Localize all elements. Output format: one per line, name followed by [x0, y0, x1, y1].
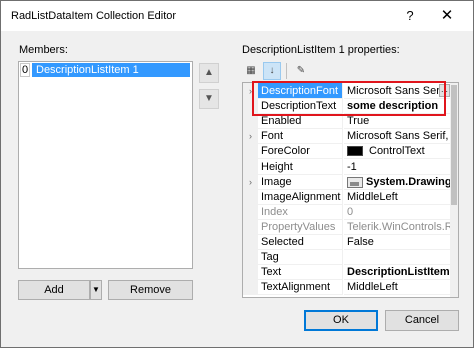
members-label: Members:	[19, 44, 68, 56]
property-value[interactable]: Telerik.WinControls.RadPropertyValueColl…	[344, 219, 450, 235]
move-down-button[interactable]: ▼	[199, 89, 219, 109]
window-title: RadListDataItem Collection Editor	[11, 10, 177, 22]
property-value-text: -1	[347, 161, 357, 173]
property-value[interactable]: ControlText	[344, 143, 450, 159]
property-value-text: False	[347, 236, 374, 248]
move-up-button[interactable]: ▲	[199, 63, 219, 83]
annotation-highlight	[252, 81, 446, 116]
property-value[interactable]: False	[344, 234, 450, 250]
property-value-text: MiddleLeft	[347, 281, 398, 293]
cancel-button[interactable]: Cancel	[385, 310, 459, 331]
property-name: Text	[258, 264, 343, 280]
row-gutter	[243, 234, 258, 250]
property-value-text: Microsoft Sans Serif, 8.25pt	[347, 130, 450, 142]
arrow-up-icon: ▲	[204, 67, 214, 78]
ok-button[interactable]: OK	[304, 310, 378, 331]
property-name: Height	[258, 159, 343, 175]
property-value[interactable]: -1	[344, 159, 450, 175]
property-row[interactable]: ›Font Microsoft Sans Serif, 8.25pt	[243, 128, 458, 144]
image-icon	[347, 176, 363, 188]
property-row[interactable]: PropertyValues Telerik.WinControls.RadPro…	[243, 219, 458, 235]
toolbar-separator	[286, 63, 287, 79]
row-gutter	[243, 249, 258, 265]
color-swatch	[347, 146, 363, 157]
property-name: Image	[258, 174, 343, 190]
property-value[interactable]	[344, 249, 450, 265]
property-row[interactable]: ›Image System.Drawing.Bitmap	[243, 174, 458, 190]
property-row[interactable]: Index 0	[243, 204, 458, 220]
property-grid-toolbar: ▦ ↓ ✎	[242, 62, 310, 80]
property-row[interactable]: Text DescriptionListItem 1	[243, 264, 458, 280]
row-gutter	[243, 279, 258, 295]
property-pages-icon[interactable]: ✎	[292, 62, 310, 80]
property-row[interactable]: ForeColor ControlText	[243, 143, 458, 159]
property-value[interactable]: System.Drawing.Bitmap	[344, 174, 450, 190]
list-item[interactable]: 0 DescriptionListItem 1	[20, 63, 190, 77]
property-row[interactable]: ImageAlignment MiddleLeft	[243, 189, 458, 205]
property-name: Font	[258, 128, 343, 144]
properties-label: DescriptionListItem 1 properties:	[242, 44, 400, 56]
property-value[interactable]: MiddleLeft	[344, 279, 450, 295]
property-row[interactable]: Tag	[243, 249, 458, 265]
expand-icon[interactable]: ›	[243, 128, 258, 144]
collection-editor-dialog: RadListDataItem Collection Editor ? ✕ Me…	[0, 0, 474, 348]
property-value[interactable]: MiddleLeft	[344, 189, 450, 205]
add-button[interactable]: Add	[18, 280, 90, 300]
property-value[interactable]: DescriptionListItem 1	[344, 264, 450, 280]
property-row[interactable]: Selected False	[243, 234, 458, 250]
categorized-icon[interactable]: ▦	[242, 62, 260, 80]
property-value-text: 0	[347, 206, 354, 218]
property-value[interactable]: 0	[344, 204, 450, 220]
property-value-text: DescriptionListItem 1	[347, 266, 450, 278]
property-value[interactable]: Microsoft Sans Serif, 8.25pt	[344, 128, 450, 144]
property-name: TextAlignment	[258, 279, 343, 295]
add-dropdown-button[interactable]: ▼	[90, 280, 102, 300]
property-name: PropertyValues	[258, 219, 343, 235]
help-button[interactable]: ?	[395, 5, 425, 27]
property-row[interactable]: Height -1	[243, 159, 458, 175]
row-gutter	[243, 159, 258, 175]
title-bar: RadListDataItem Collection Editor ? ✕	[1, 1, 473, 31]
property-value-text: True	[347, 115, 370, 127]
property-name: ForeColor	[258, 143, 343, 159]
property-value-text: Telerik.WinControls.RadPropertyValueColl…	[347, 221, 450, 233]
row-gutter	[243, 143, 258, 159]
property-value-text: MiddleLeft	[347, 191, 398, 203]
remove-button[interactable]: Remove	[108, 280, 193, 300]
property-row[interactable]: TextAlignment MiddleLeft	[243, 279, 458, 295]
property-name: Tag	[258, 249, 343, 265]
members-list[interactable]: 0 DescriptionListItem 1	[18, 61, 193, 269]
alphabetical-icon[interactable]: ↓	[263, 62, 281, 80]
property-name: Selected	[258, 234, 343, 250]
property-name: Index	[258, 204, 343, 220]
close-button[interactable]: ✕	[429, 5, 465, 27]
row-gutter	[243, 189, 258, 205]
member-index: 0	[20, 63, 30, 77]
property-value-text: System.Drawing.Bitmap	[366, 176, 450, 188]
property-name: ImageAlignment	[258, 189, 343, 205]
property-value-text: ControlText	[369, 145, 425, 157]
chevron-down-icon: ▼	[92, 285, 100, 294]
arrow-down-icon: ▼	[204, 93, 214, 104]
member-name[interactable]: DescriptionListItem 1	[32, 63, 190, 77]
row-gutter	[243, 264, 258, 280]
row-gutter	[243, 219, 258, 235]
row-gutter	[243, 204, 258, 220]
expand-icon[interactable]: ›	[243, 174, 258, 190]
